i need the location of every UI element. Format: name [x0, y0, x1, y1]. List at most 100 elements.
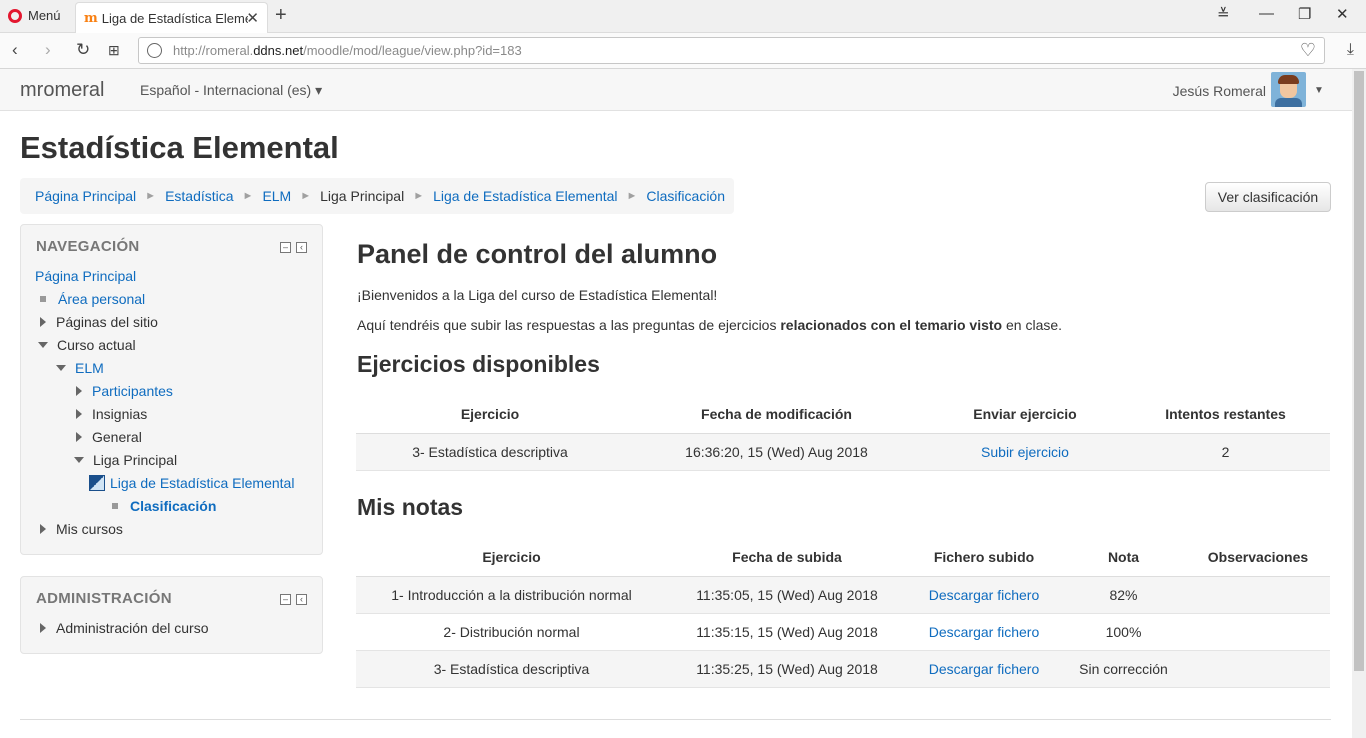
nav-item-course-admin[interactable]: Administración del curso [40, 620, 209, 636]
available-exercises-table: Ejercicio Fecha de modificación Enviar e… [356, 395, 1330, 471]
date-cell: 11:35:25, 15 (Wed) Aug 2018 [667, 650, 907, 688]
welcome-text: ¡Bienvenidos a la Liga del curso de Esta… [357, 287, 718, 303]
close-tab-icon[interactable]: ✕ [246, 9, 259, 27]
my-grades-heading: Mis notas [357, 494, 464, 520]
notes-cell [1186, 576, 1330, 614]
nav-item-participants[interactable]: Participantes [76, 383, 173, 399]
opera-menu-button[interactable]: Menú [8, 8, 61, 23]
collapse-block-icon[interactable]: – [280, 594, 291, 605]
breadcrumb-separator-icon: ► [626, 190, 638, 202]
column-header: Fichero subido [907, 538, 1061, 577]
minimize-icon[interactable]: — [1259, 5, 1274, 22]
back-icon[interactable]: ‹ [12, 40, 18, 60]
breadcrumb-separator-icon: ► [300, 190, 312, 202]
reload-icon[interactable]: ↻ [76, 40, 90, 60]
my-grades-table: Ejercicio Fecha de subida Fichero subido… [356, 538, 1330, 688]
nav-item-label: General [92, 429, 142, 445]
dock-block-icon[interactable]: ‹ [296, 594, 307, 605]
column-header: Fecha de subida [667, 538, 907, 577]
table-row: 3- Estadística descriptiva 16:36:20, 15 … [356, 433, 1330, 471]
new-tab-icon[interactable]: + [275, 4, 287, 27]
footer-divider [20, 719, 1331, 720]
nav-item-label: Participantes [92, 383, 173, 399]
language-menu[interactable]: Español - Internacional (es) ▾ [140, 82, 322, 99]
table-header-row: Ejercicio Fecha de modificación Enviar e… [356, 395, 1330, 434]
exercise-cell: 2- Distribución normal [356, 613, 667, 651]
nav-item-label: Página Principal [35, 268, 137, 284]
download-file-link[interactable]: Descargar fichero [929, 661, 1040, 677]
file-cell: Descargar fichero [907, 576, 1061, 614]
table-row: 2- Distribución normal 11:35:15, 15 (Wed… [356, 613, 1330, 651]
nav-item-label: Administración del curso [56, 620, 209, 636]
user-menu-caret-icon[interactable]: ▼ [1314, 85, 1324, 96]
tab-menu-icon[interactable]: ≚ [1217, 5, 1230, 23]
nav-item-label: ELM [75, 360, 104, 376]
speed-dial-icon[interactable]: ⊞ [108, 42, 120, 59]
breadcrumb-item[interactable]: Estadística [165, 188, 233, 204]
table-row: 3- Estadística descriptiva 11:35:25, 15 … [356, 650, 1330, 688]
nav-item-dashboard[interactable]: Área personal [38, 291, 145, 307]
expand-arrow-icon [40, 623, 46, 633]
bookmark-heart-icon[interactable]: ♡ [1300, 40, 1316, 61]
nav-item-label: Curso actual [57, 337, 136, 353]
page-scrollbar[interactable] [1352, 69, 1366, 738]
nav-item-site-pages[interactable]: Páginas del sitio [40, 314, 158, 330]
download-file-link[interactable]: Descargar fichero [929, 624, 1040, 640]
expand-arrow-icon [76, 409, 82, 419]
nav-item-home[interactable]: Página Principal [35, 268, 136, 284]
download-file-link[interactable]: Descargar fichero [929, 587, 1040, 603]
breadcrumb-item[interactable]: Liga de Estadística Elemental [433, 188, 617, 204]
dock-block-icon[interactable]: ‹ [296, 242, 307, 253]
nav-item-league[interactable]: Liga de Estadística Elemental [89, 475, 294, 491]
page-title: Estadística Elemental [20, 130, 339, 165]
nav-item-my-courses[interactable]: Mis cursos [40, 521, 123, 537]
date-cell: 11:35:15, 15 (Wed) Aug 2018 [667, 613, 907, 651]
download-icon[interactable]: ⤓ [1347, 41, 1354, 59]
opera-logo-icon [8, 8, 22, 23]
avatar[interactable] [1271, 72, 1306, 107]
breadcrumb-item[interactable]: Clasificación [646, 188, 725, 204]
browser-tab[interactable]: m Liga de Estadística Elemen ✕ [75, 2, 268, 33]
attempts-cell: 2 [1121, 433, 1330, 471]
available-exercises-heading: Ejercicios disponibles [357, 351, 600, 377]
url-field[interactable]: http://romeral. ddns.net/moodle/mod/leagu… [138, 37, 1325, 64]
breadcrumb: Página Principal ► Estadística ► ELM ► L… [20, 178, 734, 214]
collapse-arrow-icon [74, 457, 84, 463]
nav-item-label: Liga Principal [93, 452, 178, 468]
url-path: /moodle/mod/league/view.php?id=183 [303, 43, 522, 58]
maximize-icon[interactable]: ❐ [1298, 5, 1311, 23]
upload-exercise-link[interactable]: Subir ejercicio [981, 444, 1069, 460]
league-activity-icon [89, 475, 105, 491]
file-cell: Descargar fichero [907, 613, 1061, 651]
user-name[interactable]: Jesús Romeral [1173, 83, 1266, 99]
nav-item-general[interactable]: General [76, 429, 142, 445]
bullet-icon [40, 296, 46, 302]
nav-item-badges[interactable]: Insignias [76, 406, 147, 422]
breadcrumb-item[interactable]: Página Principal [35, 188, 136, 204]
collapse-arrow-icon [38, 342, 48, 348]
tab-title: Liga de Estadística Elemen [101, 10, 248, 26]
nav-item-ranking[interactable]: Clasificación [110, 498, 216, 514]
opera-menu-label: Menú [28, 8, 61, 23]
nav-item-label: Clasificación [130, 498, 217, 514]
nav-item-course-elm[interactable]: ELM [56, 360, 104, 376]
scrollbar-thumb[interactable] [1354, 71, 1364, 671]
upload-cell: Subir ejercicio [929, 433, 1121, 471]
nav-item-main-league[interactable]: Liga Principal [74, 452, 177, 468]
date-cell: 11:35:05, 15 (Wed) Aug 2018 [667, 576, 907, 614]
column-header: Ejercicio [356, 395, 624, 434]
expand-arrow-icon [76, 386, 82, 396]
column-header: Intentos restantes [1121, 395, 1330, 434]
close-window-icon[interactable]: ✕ [1336, 5, 1349, 23]
collapse-block-icon[interactable]: – [280, 242, 291, 253]
administration-block: ADMINISTRACIÓN – ‹ Administración del cu… [20, 576, 323, 654]
file-cell: Descargar fichero [907, 650, 1061, 688]
nav-item-current-course[interactable]: Curso actual [38, 337, 136, 353]
breadcrumb-item[interactable]: ELM [262, 188, 291, 204]
view-ranking-button[interactable]: Ver clasificación [1205, 182, 1331, 212]
navigation-block-title: NAVEGACIÓN [36, 238, 140, 255]
moodle-favicon-icon: m [84, 10, 98, 26]
instructions-bold: relacionados con el temario visto [780, 317, 1003, 333]
forward-icon[interactable]: › [45, 40, 51, 60]
site-brand[interactable]: mromeral [20, 79, 104, 102]
